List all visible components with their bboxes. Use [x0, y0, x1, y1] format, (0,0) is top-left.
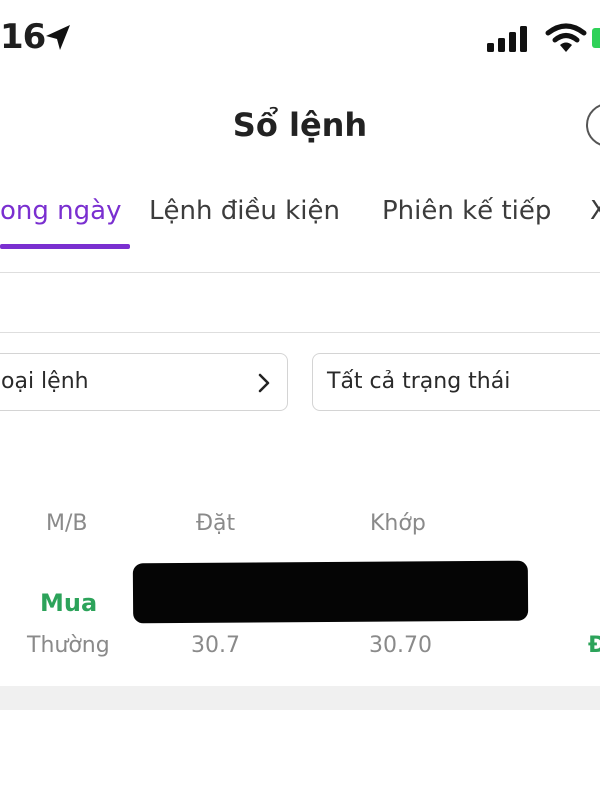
battery-icon: [592, 28, 600, 48]
placed-price: 30.7: [191, 633, 240, 658]
order-status: Đ: [588, 633, 600, 658]
wifi-icon: [545, 23, 587, 52]
redaction-block: [132, 560, 529, 624]
signal-bars-icon: [487, 26, 527, 52]
tab-next[interactable]: X: [590, 196, 600, 226]
order-side: Mua: [40, 589, 98, 617]
tab-phien-ke-tiep[interactable]: Phiên kế tiếp: [382, 196, 551, 226]
search-divider: [0, 332, 600, 333]
page-title: Sổ lệnh: [232, 106, 368, 144]
chevron-right-icon: [258, 373, 270, 393]
location-arrow-icon: [46, 25, 70, 50]
tab-divider: [0, 272, 600, 273]
order-type-filter[interactable]: oại lệnh: [0, 353, 288, 411]
row-separator: [0, 686, 600, 710]
tab-lenh-dieu-kien[interactable]: Lệnh điều kiện: [149, 196, 340, 226]
status-filter-value: Tất cả trạng thái: [327, 369, 511, 394]
status-time: 16: [0, 17, 46, 57]
order-type-filter-value: oại lệnh: [1, 369, 89, 394]
order-type: Thường: [27, 633, 110, 658]
column-header-matched: Khớp: [370, 511, 426, 536]
tab-trong-ngay[interactable]: ong ngày: [0, 196, 121, 226]
column-header-side: M/B: [46, 511, 88, 536]
active-tab-indicator: [0, 244, 130, 249]
status-filter[interactable]: Tất cả trạng thái: [312, 353, 600, 411]
column-header-placed: Đặt: [196, 511, 236, 536]
matched-price: 30.70: [369, 633, 432, 658]
